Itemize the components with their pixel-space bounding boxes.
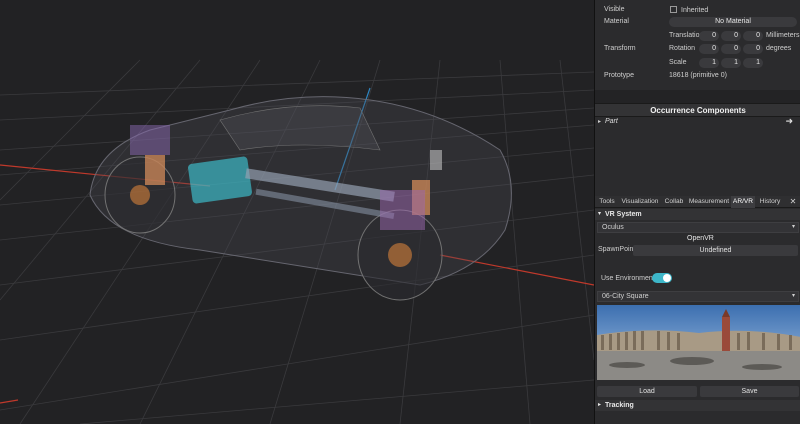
use-environment-toggle[interactable]	[652, 273, 672, 283]
rotation-unit: degrees	[766, 45, 792, 52]
spawnpoint-label: SpawnPoint	[598, 246, 636, 253]
vr-device-value: Oculus	[602, 224, 624, 231]
car-model	[89, 96, 512, 301]
tracking-label: Tracking	[605, 402, 634, 409]
tab-tools[interactable]: Tools	[595, 196, 619, 208]
scale-y-field[interactable]: 1	[721, 58, 741, 68]
close-icon[interactable]: ✕	[787, 196, 799, 208]
rotation-y-field[interactable]: 0	[721, 44, 741, 54]
chevron-right-icon[interactable]: ▸	[598, 118, 601, 125]
chevron-right-icon: ▸	[598, 402, 602, 408]
vr-system-label: VR System	[605, 211, 642, 218]
vr-system-header[interactable]: ▾ VR System	[595, 209, 800, 220]
rotation-label: Rotation	[669, 45, 696, 52]
tab-measurement[interactable]: Measurement	[687, 196, 731, 208]
visible-row: Visible Inherited	[595, 4, 800, 16]
spawnpoint-selector[interactable]: Undefined	[633, 245, 798, 256]
toggle-knob	[663, 274, 671, 282]
tab-history[interactable]: History	[755, 196, 785, 208]
viewport-canvas	[0, 59, 594, 424]
translation-y-field[interactable]: 0	[721, 31, 741, 41]
scale-x-field[interactable]: 1	[699, 58, 719, 68]
save-button[interactable]: Save	[700, 386, 799, 397]
dropdown-arrow-icon: ▾	[791, 224, 795, 230]
material-label: Material	[604, 18, 629, 25]
arrow-right-icon[interactable]: ➜	[785, 116, 793, 127]
use-environment-label: Use Environment	[601, 275, 655, 282]
occurrence-components-title: Occurrence Components	[595, 103, 800, 117]
dropdown-arrow-icon: ▾	[791, 293, 795, 299]
rotation-z-field[interactable]: 0	[743, 44, 763, 54]
part-label: Part	[605, 118, 618, 125]
vr-device-select[interactable]: Oculus ▾	[597, 222, 799, 233]
prototype-value: 18618 (primitive 0)	[669, 72, 727, 79]
environment-value: 06-City Square	[602, 293, 649, 300]
tab-arvr[interactable]: AR/VR	[731, 196, 755, 208]
translation-unit: Millimeters	[766, 32, 800, 39]
prototype-row: Prototype 18618 (primitive 0)	[595, 70, 800, 82]
inherited-label: Inherited	[681, 7, 709, 14]
prototype-label: Prototype	[604, 72, 634, 79]
environment-select[interactable]: 06-City Square ▾	[597, 291, 799, 302]
scale-z-field[interactable]: 1	[743, 58, 763, 68]
visible-label: Visible	[604, 6, 625, 13]
panel-divider	[595, 90, 800, 103]
tracking-header[interactable]: ▸ Tracking	[595, 400, 800, 411]
load-button[interactable]: Load	[597, 386, 697, 397]
tab-visualization[interactable]: Visualization	[619, 196, 661, 208]
translation-z-field[interactable]: 0	[743, 31, 763, 41]
environment-preview-image	[597, 305, 800, 380]
occurrence-part-row[interactable]: ▸ Part ➜	[595, 116, 800, 129]
translation-x-field[interactable]: 0	[699, 31, 719, 41]
transform-label: Transform	[604, 45, 636, 52]
rotation-x-field[interactable]: 0	[699, 44, 719, 54]
inherited-checkbox[interactable]	[670, 6, 677, 13]
tab-collab[interactable]: Collab	[661, 196, 687, 208]
material-selector[interactable]: No Material	[669, 17, 797, 27]
material-row: Material No Material	[595, 16, 800, 28]
tab-bar: Tools Visualization Collab Measurement A…	[595, 196, 800, 208]
openvr-label: OpenVR	[687, 235, 714, 242]
scale-label: Scale	[669, 59, 687, 66]
3d-viewport[interactable]	[0, 0, 594, 424]
properties-panel: Visible Inherited Material No Material T…	[594, 0, 800, 424]
chevron-down-icon: ▾	[598, 211, 602, 217]
